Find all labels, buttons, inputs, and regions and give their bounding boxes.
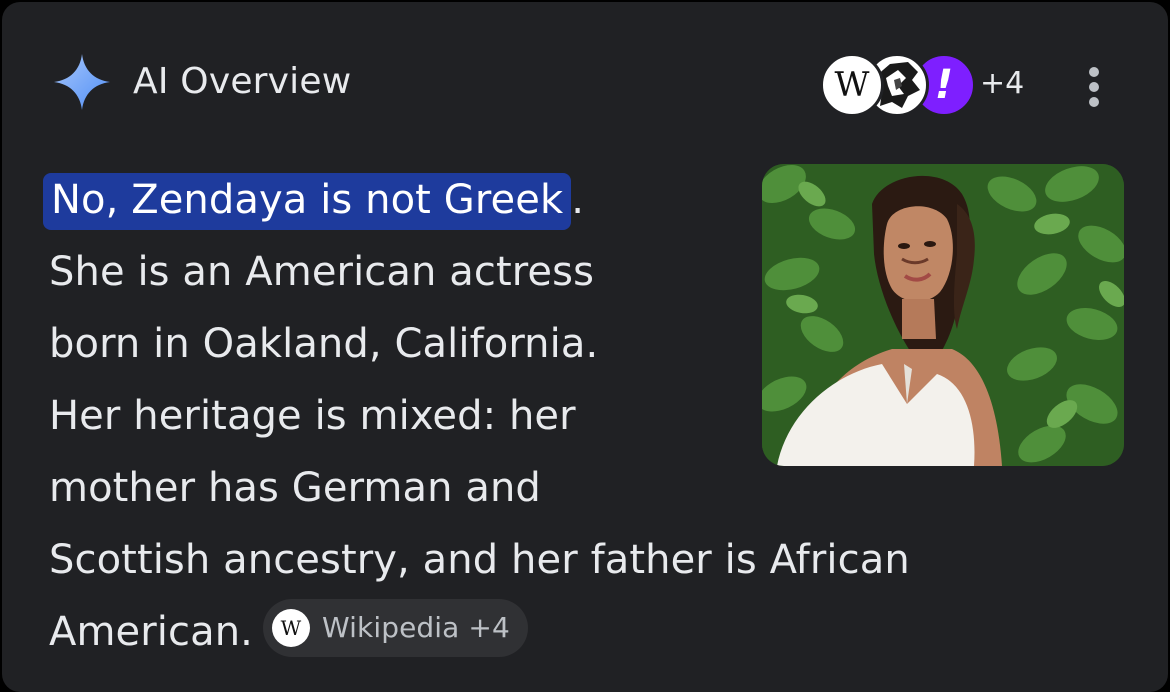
answer-last-line: American. xyxy=(49,609,253,655)
ai-overview-header: AI Overview W ! +4 xyxy=(2,2,1168,142)
sources-button[interactable]: W ! +4 xyxy=(820,51,1035,117)
answer-highlight[interactable]: No, Zendaya is not Greek xyxy=(43,173,572,230)
subject-photo[interactable] xyxy=(762,164,1124,466)
citation-label: Wikipedia +4 xyxy=(321,611,510,644)
wikipedia-icon: W xyxy=(820,53,884,117)
answer-line: Scottish ancestry, and her father is Afr… xyxy=(49,537,910,583)
citation-chip[interactable]: W Wikipedia +4 xyxy=(262,599,528,657)
wikipedia-letter: W xyxy=(834,65,870,105)
answer-line: American. W Wikipedia +4 xyxy=(49,596,999,668)
ai-overview-title: AI Overview xyxy=(133,61,352,102)
ai-overview-panel: AI Overview W ! +4 No, Zendaya is not Gr… xyxy=(2,2,1168,692)
wikipedia-icon: W xyxy=(271,609,310,647)
photo-image xyxy=(762,164,1124,466)
more-vert-icon[interactable] xyxy=(1078,64,1110,110)
highlight-tail: . xyxy=(571,177,585,223)
sparkle-icon xyxy=(54,54,110,110)
source-count: +4 xyxy=(980,66,1025,101)
